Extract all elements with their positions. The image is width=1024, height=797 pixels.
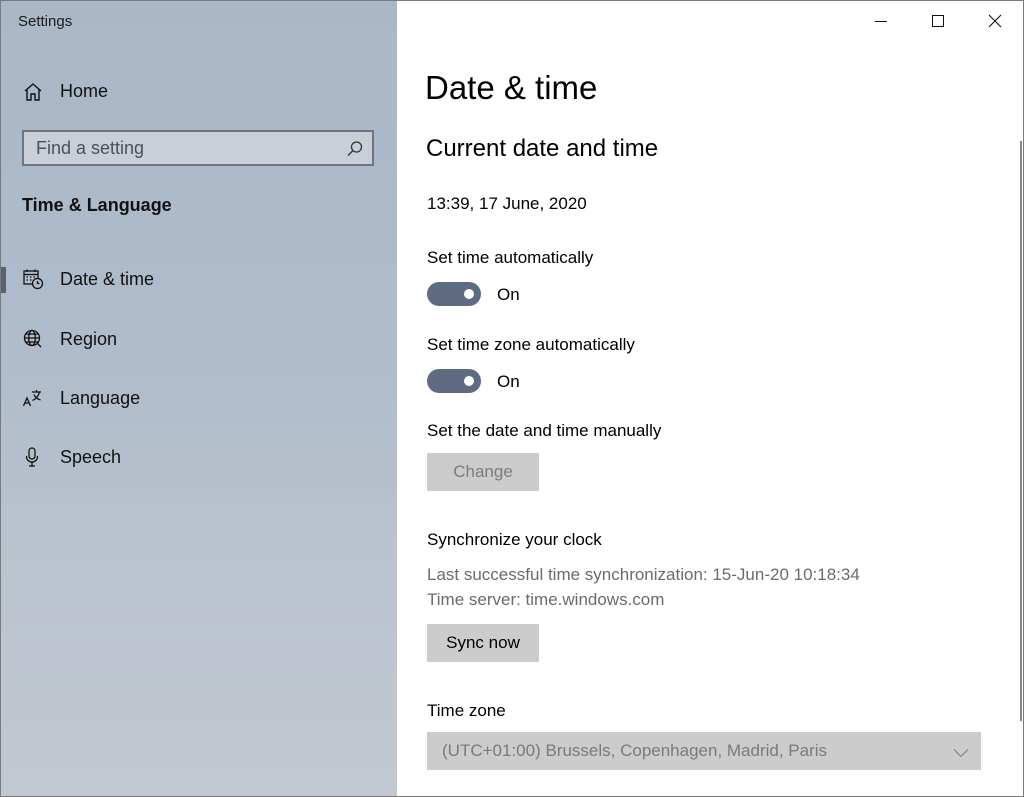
manual-datetime-label: Set the date and time manually: [427, 421, 662, 440]
sync-now-button[interactable]: Sync now: [427, 624, 539, 662]
sidebar-item-language[interactable]: Language: [1, 374, 397, 422]
app-title: Settings: [18, 13, 73, 30]
current-datetime-value: 13:39, 17 June, 2020: [427, 194, 587, 213]
calendar-clock-icon: [22, 268, 44, 290]
sidebar-item-date-time[interactable]: Date & time: [1, 255, 397, 303]
time-zone-selected: (UTC+01:00) Brussels, Copenhagen, Madrid…: [442, 741, 828, 760]
current-date-time-heading: Current date and time: [426, 135, 659, 162]
sidebar-item-label: Language: [60, 388, 141, 408]
scrollbar[interactable]: [1020, 141, 1022, 721]
set-time-auto-label: Set time automatically: [427, 248, 594, 267]
selection-indicator: [1, 267, 6, 293]
sidebar-item-speech[interactable]: Speech: [1, 433, 397, 481]
home-icon: [22, 81, 44, 103]
set-timezone-auto-label: Set time zone automatically: [427, 335, 635, 354]
time-zone-label: Time zone: [427, 701, 506, 720]
set-timezone-auto-toggle[interactable]: [427, 369, 481, 393]
sidebar: Settings Home Time & Language: [1, 1, 397, 796]
page-title: Date & time: [425, 69, 598, 106]
search-input[interactable]: [24, 132, 340, 164]
last-sync-text: Last successful time synchronization: 15…: [427, 565, 860, 584]
section-heading: Time & Language: [22, 195, 172, 215]
sync-clock-heading: Synchronize your clock: [427, 530, 602, 549]
chevron-down-icon: [953, 745, 969, 763]
globe-icon: [22, 328, 44, 350]
set-time-auto-state: On: [497, 285, 520, 304]
sidebar-item-label: Home: [60, 81, 109, 101]
search-box: [22, 130, 374, 166]
microphone-icon: [22, 446, 44, 468]
sidebar-item-home[interactable]: Home: [1, 71, 397, 113]
main-content: Date & time Current date and time 13:39,…: [397, 1, 1023, 796]
language-icon: [22, 387, 44, 409]
set-time-auto-toggle[interactable]: [427, 282, 481, 306]
sidebar-item-label: Region: [60, 329, 118, 349]
toggle-knob: [464, 376, 474, 386]
time-server-text: Time server: time.windows.com: [427, 590, 665, 609]
sidebar-item-label: Speech: [60, 447, 122, 467]
settings-window: Settings Home Time & Language: [0, 0, 1024, 797]
search-icon[interactable]: [346, 140, 364, 158]
sidebar-item-label: Date & time: [60, 269, 155, 289]
time-zone-dropdown[interactable]: (UTC+01:00) Brussels, Copenhagen, Madrid…: [427, 732, 981, 770]
change-button[interactable]: Change: [427, 453, 539, 491]
toggle-knob: [464, 289, 474, 299]
sidebar-item-region[interactable]: Region: [1, 315, 397, 363]
set-timezone-auto-state: On: [497, 372, 520, 391]
